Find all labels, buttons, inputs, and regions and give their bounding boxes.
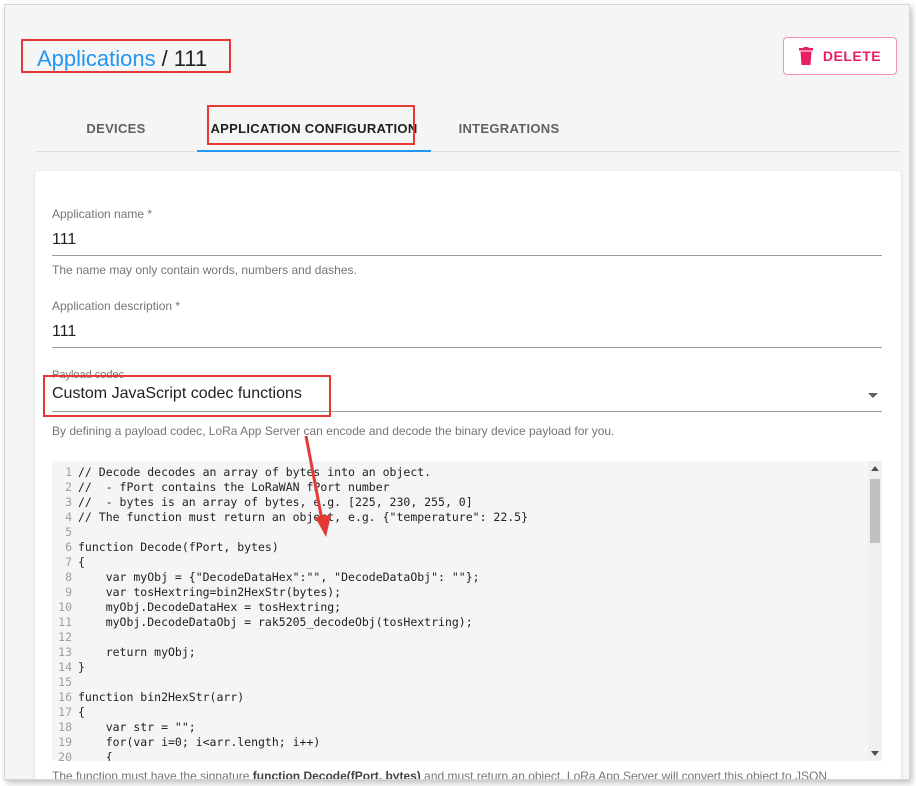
- breadcrumb-current: 111: [173, 46, 208, 71]
- line-number: 12: [58, 630, 72, 644]
- line-number: 5: [65, 525, 72, 539]
- code-line: 8 var myObj = {"DecodeDataHex":"", "Deco…: [52, 570, 528, 585]
- app-window: Applications/111 DELETE DEVICES APPLICAT…: [4, 4, 910, 780]
- code-text: myObj.DecodeDataHex = tosHextring;: [78, 600, 342, 614]
- application-description-label: Application description *: [52, 299, 181, 313]
- configuration-card: Application name * 111 The name may only…: [35, 171, 901, 780]
- line-number: 2: [65, 480, 72, 494]
- code-lines: 1 // Decode decodes an array of bytes int…: [52, 465, 528, 761]
- line-number: 4: [65, 510, 72, 524]
- caret-down-icon: [868, 393, 878, 398]
- line-number: 19: [58, 735, 72, 749]
- code-line: 2 // - fPort contains the LoRaWAN fPort n…: [52, 480, 528, 495]
- code-line: 12: [52, 630, 528, 645]
- code-text: function bin2HexStr(arr): [78, 690, 245, 704]
- line-number: 16: [58, 690, 72, 704]
- code-text: // Decode decodes an array of bytes into…: [78, 465, 432, 479]
- code-text: {: [78, 555, 85, 569]
- line-number: 14: [58, 660, 72, 674]
- code-line: 15: [52, 675, 528, 690]
- code-text: var str = "";: [78, 720, 196, 734]
- scroll-up-icon[interactable]: [871, 466, 879, 471]
- line-number: 6: [65, 540, 72, 554]
- code-text: function Decode(fPort, bytes): [78, 540, 279, 554]
- active-tab-indicator: [197, 150, 431, 152]
- application-description-input[interactable]: 111: [52, 323, 882, 348]
- tab-integrations-label: INTEGRATIONS: [458, 120, 560, 136]
- code-line: 20 {: [52, 750, 528, 761]
- application-name-helper: The name may only contain words, numbers…: [52, 263, 357, 277]
- application-description-field: Application description * 111: [52, 299, 882, 348]
- code-line: 7{: [52, 555, 528, 570]
- tab-devices-label: DEVICES: [86, 120, 146, 136]
- code-text: // - bytes is an array of bytes, e.g. [2…: [78, 495, 473, 509]
- tab-integrations[interactable]: INTEGRATIONS: [431, 105, 587, 151]
- code-text: // The function must return an object, e…: [78, 510, 529, 524]
- code-line: 17 {: [52, 705, 528, 720]
- breadcrumb: Applications/111: [37, 45, 207, 73]
- footnote-suffix: and must return an object. LoRa App Serv…: [420, 769, 831, 780]
- code-text: }: [78, 660, 85, 674]
- application-name-label: Application name *: [52, 207, 153, 221]
- code-text: return myObj;: [78, 645, 196, 659]
- scrollbar-thumb[interactable]: [870, 479, 880, 543]
- payload-codec-label: Payload codec: [52, 369, 125, 381]
- code-line: 3 // - bytes is an array of bytes, e.g. […: [52, 495, 528, 510]
- code-text: for(var i=0; i<arr.length; i++): [78, 735, 321, 749]
- code-text: var myObj = {"DecodeDataHex":"", "Decode…: [78, 570, 480, 584]
- tab-application-configuration-label: APPLICATION CONFIGURATION: [210, 120, 418, 136]
- application-name-input[interactable]: 111: [52, 231, 882, 256]
- application-name-field: Application name * 111: [52, 207, 882, 256]
- line-number: 13: [58, 645, 72, 659]
- line-number: 10: [58, 600, 72, 614]
- line-number: 1: [65, 465, 72, 479]
- code-line: 5: [52, 525, 528, 540]
- line-number: 8: [65, 570, 72, 584]
- line-number: 9: [65, 585, 72, 599]
- tab-application-configuration[interactable]: APPLICATION CONFIGURATION: [197, 105, 431, 151]
- code-line: 6 function Decode(fPort, bytes): [52, 540, 528, 555]
- breadcrumb-separator: /: [161, 46, 168, 71]
- footnote-prefix: The function must have the signature: [52, 769, 253, 780]
- payload-codec-value: Custom JavaScript codec functions: [52, 385, 302, 402]
- code-line: 9 var tosHextring=bin2HexStr(bytes);: [52, 585, 528, 600]
- payload-codec-helper: By defining a payload codec, LoRa App Se…: [52, 424, 615, 438]
- line-number: 11: [58, 615, 72, 629]
- trash-icon: [798, 47, 813, 65]
- code-line: 13 return myObj;: [52, 645, 528, 660]
- tab-devices[interactable]: DEVICES: [35, 105, 197, 151]
- line-number: 20: [58, 750, 72, 761]
- code-line: 18 var str = "";: [52, 720, 528, 735]
- code-line: 11 myObj.DecodeDataObj = rak5205_decodeO…: [52, 615, 528, 630]
- code-text: {: [78, 750, 113, 761]
- code-line: 16 function bin2HexStr(arr): [52, 690, 528, 705]
- tab-bar: DEVICES APPLICATION CONFIGURATION INTEGR…: [35, 105, 901, 152]
- payload-codec-select[interactable]: Custom JavaScript codec functions: [52, 385, 882, 412]
- line-number: 18: [58, 720, 72, 734]
- line-number: 17: [58, 705, 72, 719]
- delete-button[interactable]: DELETE: [783, 37, 897, 75]
- code-text: myObj.DecodeDataObj = rak5205_decodeObj(…: [78, 615, 473, 629]
- line-number: 15: [58, 675, 72, 689]
- code-text: {: [78, 705, 85, 719]
- code-line: 1 // Decode decodes an array of bytes int…: [52, 465, 528, 480]
- delete-button-label: DELETE: [822, 48, 882, 64]
- footnote-signature: function Decode(fPort, bytes): [252, 769, 421, 780]
- line-number: 3: [65, 495, 72, 509]
- code-text: // - fPort contains the LoRaWAN fPort nu…: [78, 480, 390, 494]
- codec-footnote: The function must have the signature fun…: [52, 769, 831, 780]
- code-text: var tosHextring=bin2HexStr(bytes);: [78, 585, 342, 599]
- payload-codec-field: Payload codec Custom JavaScript codec fu…: [52, 369, 882, 412]
- codec-code-editor[interactable]: 1 // Decode decodes an array of bytes int…: [52, 461, 882, 761]
- line-number: 7: [65, 555, 72, 569]
- code-line: 4 // The function must return an object, …: [52, 510, 528, 525]
- code-line: 10 myObj.DecodeDataHex = tosHextring;: [52, 600, 528, 615]
- editor-scrollbar[interactable]: [868, 461, 882, 761]
- code-line: 14}: [52, 660, 528, 675]
- scroll-down-icon[interactable]: [871, 751, 879, 756]
- code-line: 19 for(var i=0; i<arr.length; i++): [52, 735, 528, 750]
- breadcrumb-applications-link[interactable]: Applications: [37, 46, 156, 71]
